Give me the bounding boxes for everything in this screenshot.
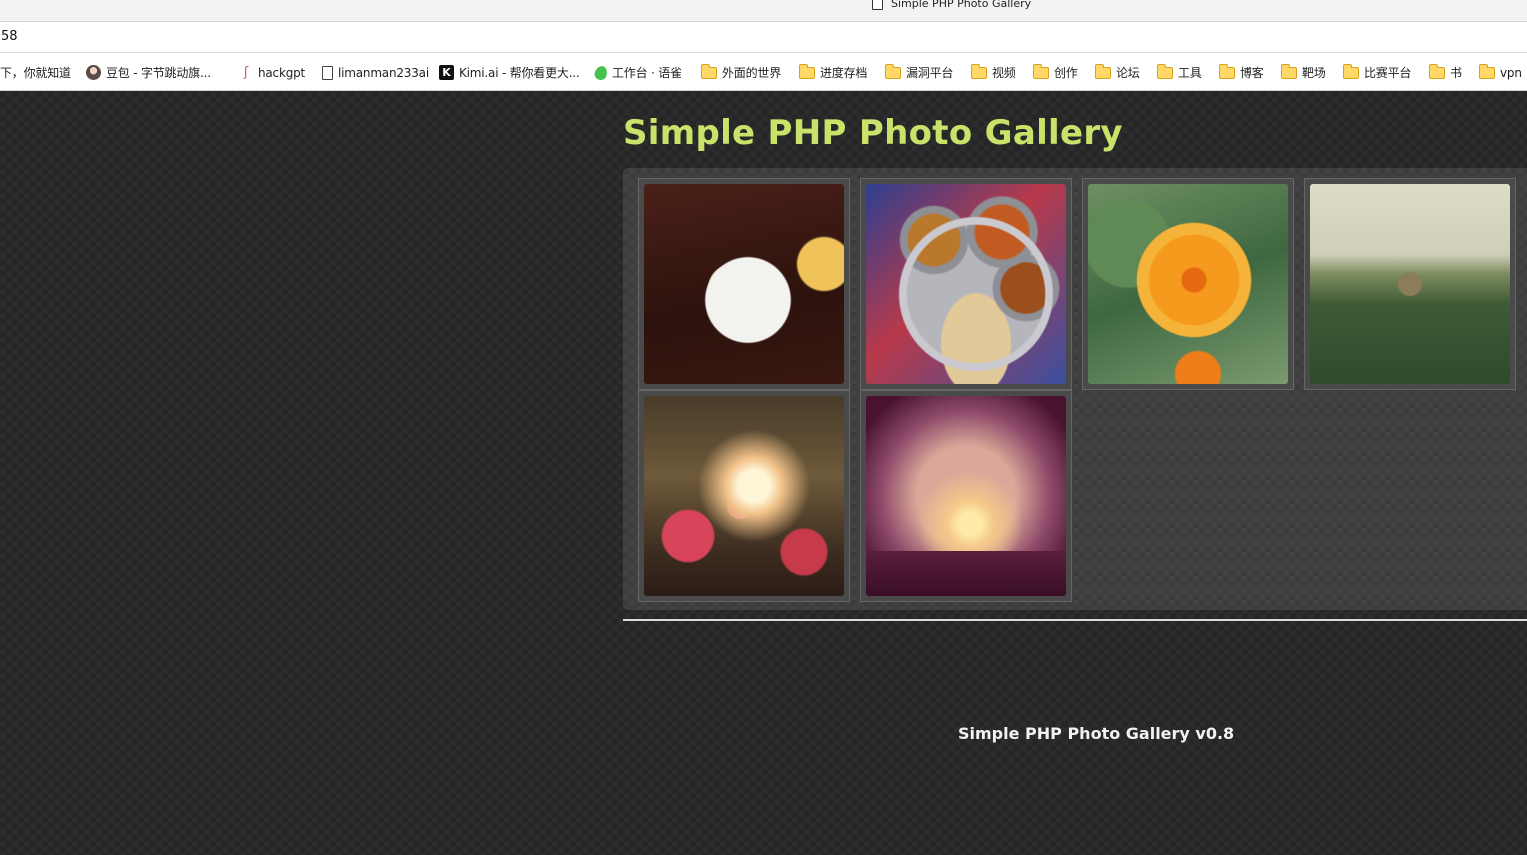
bookmark-label: 下，你就知道 bbox=[0, 66, 71, 80]
sunset-photo bbox=[866, 396, 1066, 596]
bookmark-label: 创作 bbox=[1054, 66, 1078, 80]
gallery-thumbnail[interactable] bbox=[638, 178, 850, 390]
bookmark-label: 书 bbox=[1450, 66, 1462, 80]
bookmark-folder-vpn[interactable]: vpn bbox=[1478, 63, 1522, 81]
bookmark-folder-forum[interactable]: 论坛 bbox=[1094, 63, 1140, 81]
bookmark-label: 比赛平台 bbox=[1364, 66, 1412, 80]
folder-icon bbox=[1156, 63, 1173, 79]
bookmark-folder-books[interactable]: 书 bbox=[1428, 63, 1462, 81]
orange-flower-photo bbox=[1088, 184, 1288, 384]
gallery-thumbnail[interactable] bbox=[860, 178, 1072, 390]
browser-tab-strip: Simple PHP Photo Gallery bbox=[0, 0, 1527, 22]
bookmark-label: hackgpt bbox=[258, 65, 306, 80]
folder-icon bbox=[700, 63, 717, 79]
bookmark-folder-vuln[interactable]: 漏洞平台 bbox=[884, 63, 954, 81]
feather-icon: ʃ bbox=[243, 65, 249, 80]
divider bbox=[623, 619, 1527, 621]
gallery-thumbnail[interactable] bbox=[638, 390, 850, 602]
bookmark-label: 工作台 · 语雀 bbox=[612, 66, 682, 80]
gallery-panel bbox=[623, 168, 1527, 610]
bookmark-doubao[interactable]: 豆包 - 字节跳动旗... bbox=[86, 64, 211, 81]
yuque-icon bbox=[592, 63, 610, 82]
kimi-icon: K bbox=[439, 65, 454, 80]
gallery-thumbnail[interactable] bbox=[1304, 178, 1516, 390]
bookmark-label: 豆包 - 字节跳动旗... bbox=[106, 66, 211, 80]
folder-icon bbox=[1032, 63, 1049, 79]
bookmark-label: 视频 bbox=[992, 66, 1016, 80]
folder-icon bbox=[1218, 63, 1235, 79]
bookmark-label: vpn bbox=[1500, 65, 1522, 80]
folder-icon bbox=[1094, 63, 1111, 79]
folder-icon bbox=[1342, 63, 1359, 79]
breakfast-photo bbox=[644, 184, 844, 384]
bookmark-limanman[interactable]: limanman233ai bbox=[322, 64, 429, 81]
tab-title: Simple PHP Photo Gallery bbox=[891, 0, 1032, 10]
folder-icon bbox=[1478, 63, 1495, 79]
page-icon bbox=[322, 65, 333, 80]
bookmarks-bar: 下，你就知道 豆包 - 字节跳动旗... ʃ hackgpt limanman2… bbox=[0, 53, 1527, 91]
gallery-thumbnail[interactable] bbox=[860, 390, 1072, 602]
blossoms-photo bbox=[644, 396, 844, 596]
bookmark-label: 论坛 bbox=[1116, 66, 1140, 80]
bookmark-label: 进度存档 bbox=[820, 66, 868, 80]
bookmark-folder-create[interactable]: 创作 bbox=[1032, 63, 1078, 81]
footer-text: Simple PHP Photo Gallery v0.8 bbox=[958, 724, 1235, 743]
address-bar[interactable]: 58 bbox=[0, 22, 1527, 53]
bookmark-folder-blog[interactable]: 博客 bbox=[1218, 63, 1264, 81]
bookmark-label: limanman233ai bbox=[338, 65, 429, 80]
folder-icon bbox=[970, 63, 987, 79]
folder-icon bbox=[798, 63, 815, 79]
bookmark-label: 外面的世界 bbox=[722, 66, 782, 80]
browser-tab[interactable]: Simple PHP Photo Gallery bbox=[872, 0, 1031, 10]
bookmark-folder-range[interactable]: 靶场 bbox=[1280, 63, 1326, 81]
page-content: Simple PHP Photo Gallery Simple PHP Phot… bbox=[0, 91, 1527, 855]
bookmark-folder-world[interactable]: 外面的世界 bbox=[700, 63, 782, 81]
folder-icon bbox=[1428, 63, 1445, 79]
bookmark-yuque[interactable]: 工作台 · 语雀 bbox=[592, 63, 682, 82]
bookmark-folder-progress[interactable]: 进度存档 bbox=[798, 63, 868, 81]
avatar-icon bbox=[86, 65, 101, 80]
bookmark-kimi[interactable]: K Kimi.ai - 帮你看更大... bbox=[439, 64, 580, 81]
folder-icon bbox=[1280, 63, 1297, 79]
bookmark-hackgpt[interactable]: ʃ hackgpt bbox=[239, 64, 305, 81]
bookmark-0[interactable]: 下，你就知道 bbox=[0, 64, 71, 81]
address-text[interactable]: 58 bbox=[1, 29, 18, 44]
bookmark-folder-contest[interactable]: 比赛平台 bbox=[1342, 63, 1412, 81]
thali-photo bbox=[866, 184, 1066, 384]
gallery-thumbnail[interactable] bbox=[1082, 178, 1294, 390]
bookmark-label: 博客 bbox=[1240, 66, 1264, 80]
fountain-photo bbox=[1310, 184, 1510, 384]
folder-icon bbox=[884, 63, 901, 79]
page-title: Simple PHP Photo Gallery bbox=[623, 113, 1123, 153]
bookmark-label: Kimi.ai - 帮你看更大... bbox=[459, 66, 580, 80]
bookmark-label: 漏洞平台 bbox=[906, 66, 954, 80]
bookmark-label: 工具 bbox=[1178, 66, 1202, 80]
page-icon bbox=[872, 0, 883, 10]
bookmark-folder-video[interactable]: 视频 bbox=[970, 63, 1016, 81]
bookmark-label: 靶场 bbox=[1302, 66, 1326, 80]
bookmark-folder-tools[interactable]: 工具 bbox=[1156, 63, 1202, 81]
